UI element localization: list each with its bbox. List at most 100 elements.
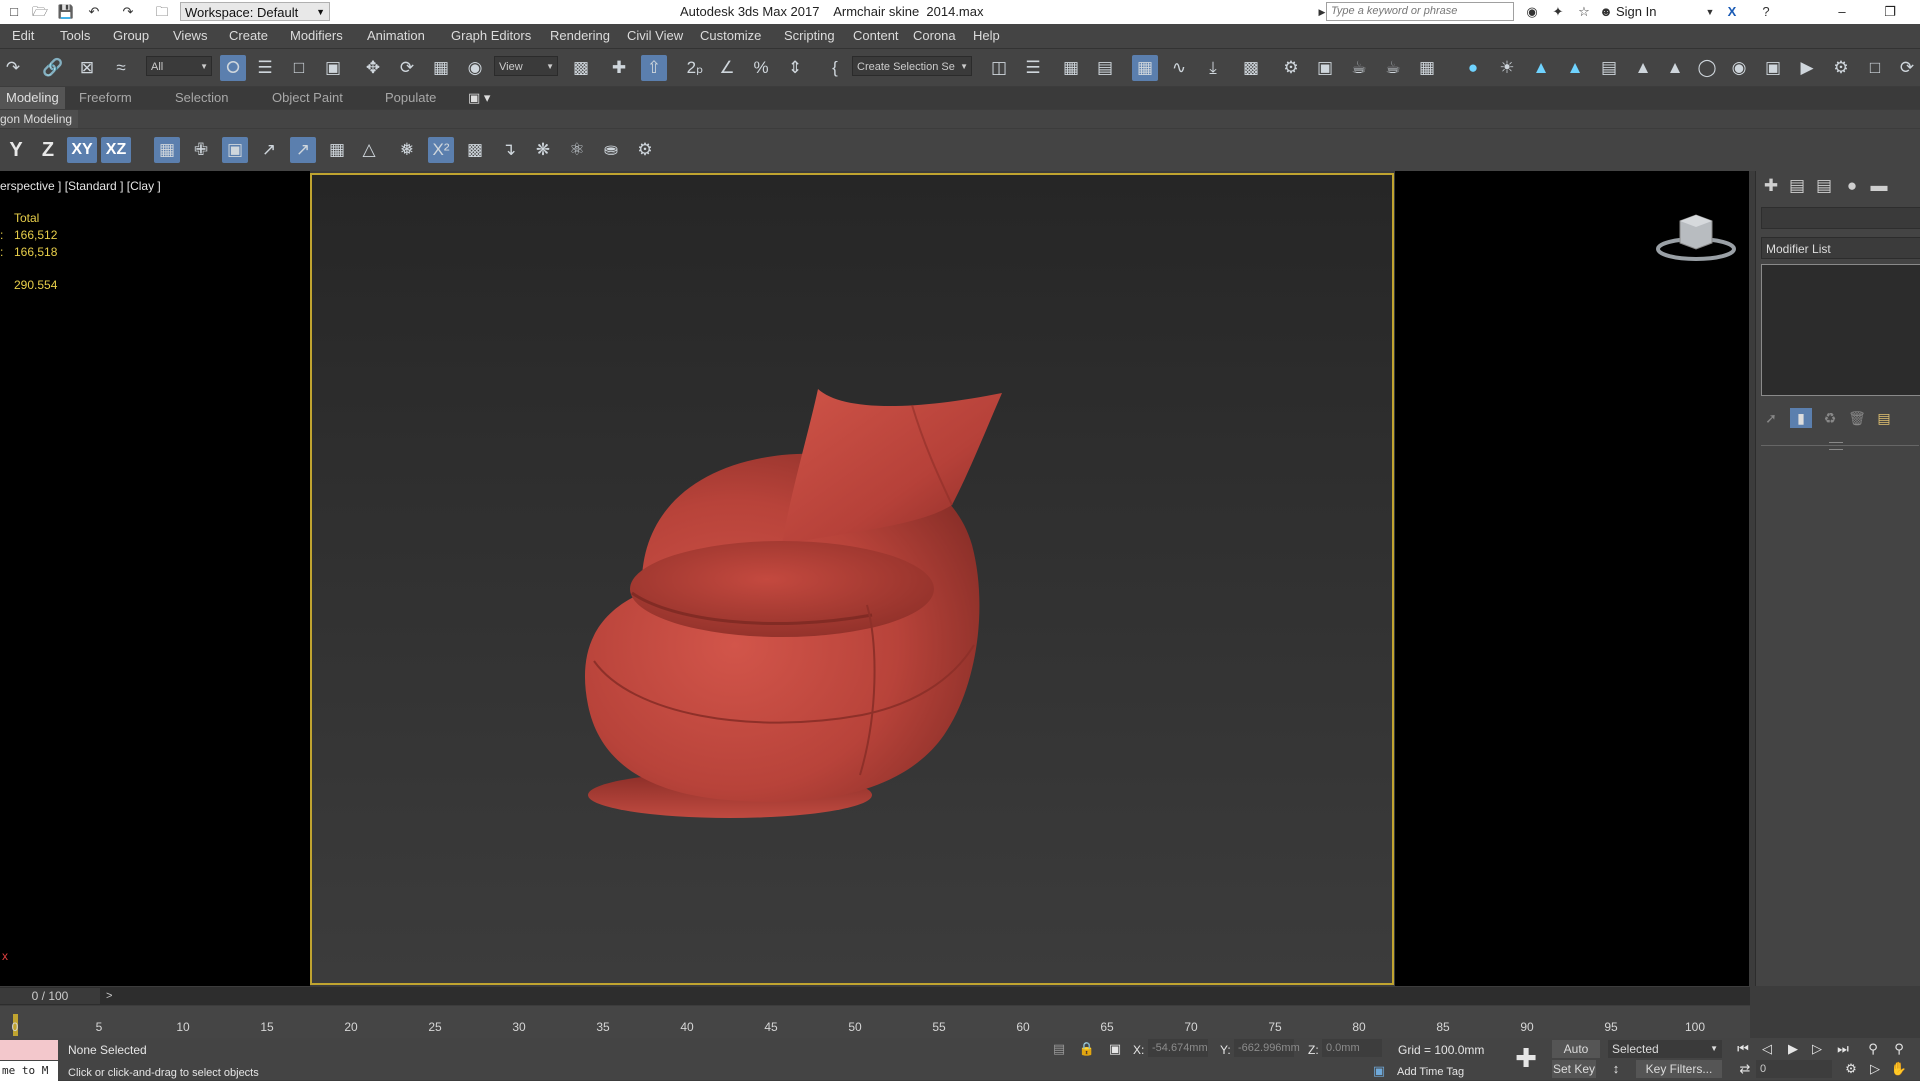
modifier-list-dropdown[interactable]: Modifier List	[1761, 237, 1920, 259]
axis-xy-button[interactable]: XY	[67, 137, 97, 163]
named-selection-dropdown[interactable]: Create Selection Se ▼	[852, 56, 972, 76]
previous-frame-icon[interactable]: ◁	[1758, 1040, 1776, 1058]
y-coord-field[interactable]: -662.996mm	[1234, 1039, 1300, 1057]
configure-modifier-sets-icon[interactable]: ▤	[1873, 408, 1895, 428]
menu-content[interactable]: Content	[853, 24, 899, 48]
pin-stack-icon[interactable]: ➚	[1760, 408, 1782, 428]
select-manipulate-icon[interactable]: ✚	[606, 55, 632, 81]
corona-toolbar-icon[interactable]: □	[1862, 55, 1888, 81]
spinner-snap-icon[interactable]: ⇕	[782, 55, 808, 81]
key-mode-toggle-icon[interactable]: ⇄	[1736, 1060, 1754, 1078]
z-coord-field[interactable]: 0.0mm	[1322, 1039, 1382, 1057]
axis-y-button[interactable]: Y	[4, 137, 28, 163]
key-mode-plus-icon[interactable]: ✚	[1512, 1044, 1540, 1072]
render-production-icon[interactable]: ☕	[1346, 55, 1372, 81]
corona-converter-icon[interactable]: ◯	[1694, 55, 1720, 81]
menu-group[interactable]: Group	[113, 24, 149, 48]
x-coord-field[interactable]: -54.674mm	[1148, 1039, 1208, 1057]
scale-icon[interactable]: ▦	[428, 55, 454, 81]
show-end-result-icon[interactable]: ▮	[1790, 408, 1812, 428]
tab-modeling[interactable]: Modeling	[0, 87, 65, 109]
use-axis-constraints-icon[interactable]: ✙	[188, 137, 214, 163]
maxscript-input[interactable]: me to M	[0, 1061, 58, 1081]
remove-modifier-icon[interactable]: 🗑	[1846, 408, 1868, 428]
corona-interactive-icon[interactable]: ◉	[1726, 55, 1752, 81]
corona-frame-buffer-icon[interactable]: ▤	[1596, 55, 1622, 81]
menu-civil-view[interactable]: Civil View	[627, 24, 683, 48]
keyboard-shortcut-override-icon[interactable]: ⇧	[641, 55, 667, 81]
menu-create[interactable]: Create	[229, 24, 268, 48]
menu-views[interactable]: Views	[173, 24, 207, 48]
armchair-model[interactable]	[312, 175, 1392, 983]
communication-center-icon[interactable]: ✦	[1548, 2, 1568, 22]
render-grid-icon[interactable]: ▦	[1414, 55, 1440, 81]
corona-light-icon[interactable]: ●	[1460, 55, 1486, 81]
corona-render-icon[interactable]: ▶	[1794, 55, 1820, 81]
edit-named-selection-icon[interactable]: {	[822, 55, 848, 81]
auto-key-button[interactable]: Auto Key	[1552, 1040, 1600, 1074]
menu-scripting[interactable]: Scripting	[784, 24, 835, 48]
viewport-left[interactable]: erspective ] [Standard ] [Clay ] Total :…	[0, 171, 310, 986]
time-configuration-icon[interactable]: ⚙	[1842, 1060, 1860, 1078]
isolate-selection-icon[interactable]: ▤	[1050, 1040, 1068, 1058]
menu-help[interactable]: Help	[973, 24, 1000, 48]
orbit-icon[interactable]: ▷	[1866, 1060, 1884, 1078]
menu-corona[interactable]: Corona	[913, 24, 956, 48]
exchange-apps-icon[interactable]: X	[1722, 2, 1742, 22]
menu-modifiers[interactable]: Modifiers	[290, 24, 343, 48]
reference-coordinate-dropdown[interactable]: View ▼	[494, 56, 558, 76]
maxscript-listener[interactable]: me to M	[0, 1040, 58, 1081]
corona-region-icon[interactable]: ▣	[1760, 55, 1786, 81]
snap-perpendicular-icon[interactable]: ↴	[496, 137, 522, 163]
percent-snap-icon[interactable]: %	[748, 55, 774, 81]
viewport-right[interactable]	[1395, 171, 1749, 986]
snap-vertex-icon[interactable]: ↗	[290, 137, 316, 163]
minimize-button[interactable]: –	[1822, 0, 1862, 24]
pan-hand-icon[interactable]: ✋	[1890, 1060, 1908, 1078]
snap-tangent-icon[interactable]: ❋	[530, 137, 556, 163]
display-tab-icon[interactable]: ▬	[1868, 175, 1890, 197]
workspace-dropdown[interactable]: Workspace: Default ▼	[180, 2, 330, 21]
zoom-all-icon[interactable]: ⚲	[1890, 1040, 1908, 1058]
key-filters-button[interactable]: Key Filters...	[1636, 1060, 1722, 1078]
select-object-icon[interactable]: ⭘	[220, 55, 246, 81]
redo-icon[interactable]: ↷	[118, 2, 138, 22]
rectangular-selection-icon[interactable]: □	[286, 55, 312, 81]
unlink-icon[interactable]: ⊠	[74, 55, 100, 81]
selection-lock-icon[interactable]: 🔒	[1078, 1040, 1096, 1058]
maxscript-output[interactable]	[0, 1040, 58, 1060]
snap-edge-icon[interactable]: △	[356, 137, 382, 163]
go-to-start-icon[interactable]: ⏮	[1734, 1040, 1752, 1058]
save-icon[interactable]: 💾	[56, 2, 76, 22]
snap-pivot-icon[interactable]: ↗	[256, 137, 282, 163]
snap-grid-points-icon[interactable]: ▣	[222, 137, 248, 163]
key-set-selection-dropdown[interactable]: Selected ▼	[1608, 1040, 1722, 1058]
app-icon[interactable]: □	[4, 2, 24, 22]
corona-camera-icon[interactable]: ▲	[1630, 55, 1656, 81]
scene-explorer-icon[interactable]: ▦	[1132, 55, 1158, 81]
polygon-modeling-panel[interactable]: gon Modeling	[0, 110, 79, 128]
menu-rendering[interactable]: Rendering	[550, 24, 610, 48]
axis-xz-button[interactable]: XZ	[101, 137, 131, 163]
favorites-star-icon[interactable]: ☆	[1574, 2, 1594, 22]
rotate-icon[interactable]: ⟳	[394, 55, 420, 81]
menu-customize[interactable]: Customize	[700, 24, 761, 48]
help-icon[interactable]: ?	[1756, 2, 1776, 22]
sign-in-link[interactable]: Sign In	[1616, 0, 1656, 24]
next-frame-button[interactable]: >	[106, 987, 112, 1005]
open-file-icon[interactable]: 🗁	[30, 2, 50, 22]
rollout-resize-handle[interactable]	[1829, 442, 1843, 450]
rendered-frame-window-icon[interactable]: ▣	[1312, 55, 1338, 81]
place-icon[interactable]: ◉	[462, 55, 488, 81]
absolute-mode-icon[interactable]: ▣	[1106, 1040, 1124, 1058]
selection-filter-dropdown[interactable]: All ▼	[146, 56, 212, 76]
corona-sun-icon[interactable]: ☀	[1494, 55, 1520, 81]
corona-scatter-icon[interactable]: ▲	[1562, 55, 1588, 81]
project-folder-icon[interactable]: 🗀	[152, 2, 172, 22]
material-editor-icon[interactable]: ▩	[1238, 55, 1264, 81]
snaps-toggle-icon[interactable]: 2ₚ	[682, 55, 708, 81]
sign-in-chevron-down-icon[interactable]: ▼	[1700, 2, 1720, 22]
object-name-field[interactable]	[1761, 207, 1920, 229]
viewport-label[interactable]: erspective ] [Standard ] [Clay ]	[0, 179, 161, 193]
redo-scene-icon[interactable]: ↷	[0, 55, 26, 81]
